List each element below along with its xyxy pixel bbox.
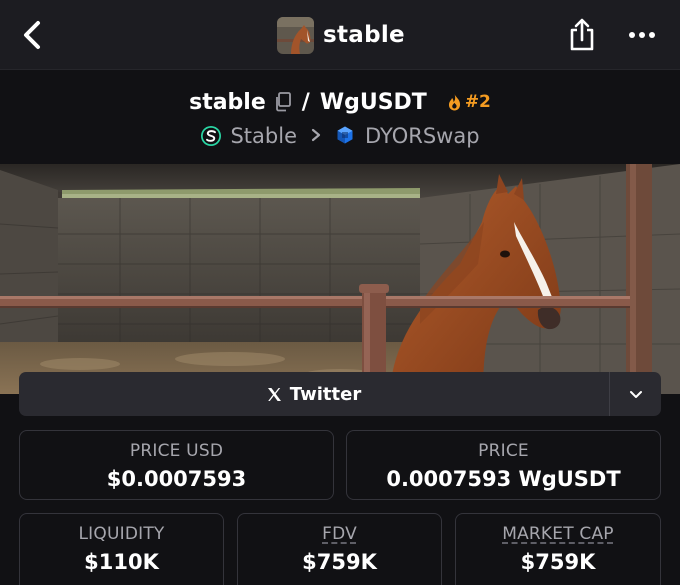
stat-card-price-usd: PRICE USD $0.0007593: [19, 430, 334, 500]
stat-label: PRICE: [478, 441, 529, 461]
chevron-left-icon: [24, 21, 40, 49]
dyorswap-icon: [335, 125, 357, 147]
pair-quote-symbol: WgUSDT: [319, 89, 427, 115]
nav-token-header[interactable]: stable: [277, 15, 405, 55]
chevron-right-icon: [311, 126, 321, 147]
stat-label: FDV: [322, 524, 357, 544]
pair-separator: /: [301, 89, 310, 115]
token-avatar: [277, 16, 314, 54]
more-horizontal-icon: [629, 32, 655, 38]
more-links-button[interactable]: [610, 372, 661, 416]
stat-value: $759K: [520, 550, 596, 574]
x-logo-icon: [267, 387, 281, 401]
stat-card-price: PRICE 0.0007593 WgUSDT: [346, 430, 661, 500]
breadcrumb: Stable DYORSwap: [0, 121, 680, 151]
stat-value: $110K: [84, 550, 159, 574]
breadcrumb-chain[interactable]: Stable: [230, 124, 297, 148]
stat-value: 0.0007593 WgUSDT: [386, 467, 621, 491]
stat-value: $759K: [302, 550, 377, 574]
share-button[interactable]: [564, 16, 600, 54]
nav-title: stable: [323, 22, 405, 48]
stat-card-fdv[interactable]: FDV $759K: [237, 513, 442, 585]
pair-header: stable / WgUSDT #2 Stable DYORSwap: [0, 71, 680, 164]
social-links-bar: Twitter: [19, 372, 661, 416]
stat-card-liquidity: LIQUIDITY $110K: [19, 513, 224, 585]
pair-title: stable / WgUSDT #2: [0, 87, 680, 117]
twitter-button[interactable]: Twitter: [19, 372, 609, 416]
twitter-label: Twitter: [289, 383, 362, 405]
stable-chain-icon: [200, 125, 222, 147]
more-button[interactable]: [624, 16, 660, 54]
stat-label: MARKET CAP: [502, 524, 614, 544]
share-icon: [570, 18, 594, 51]
app-root: stable stable / WgUSDT #2 Stable DYORSwa…: [0, 0, 680, 585]
back-button[interactable]: [16, 17, 48, 53]
stat-card-market-cap[interactable]: MARKET CAP $759K: [455, 513, 661, 585]
copy-icon[interactable]: [274, 92, 292, 112]
stat-value: $0.0007593: [106, 467, 247, 491]
breadcrumb-dex[interactable]: DYORSwap: [365, 124, 480, 148]
token-banner-image: [0, 164, 680, 394]
chevron-down-icon: [629, 390, 642, 398]
flame-icon: [448, 94, 460, 111]
trending-rank-badge[interactable]: #2: [447, 92, 491, 112]
rank-text: #2: [464, 92, 491, 112]
stat-label: PRICE USD: [129, 441, 224, 461]
stat-label: LIQUIDITY: [78, 524, 165, 544]
top-nav-bar: stable: [0, 0, 680, 70]
pair-base-symbol: stable: [189, 89, 266, 115]
